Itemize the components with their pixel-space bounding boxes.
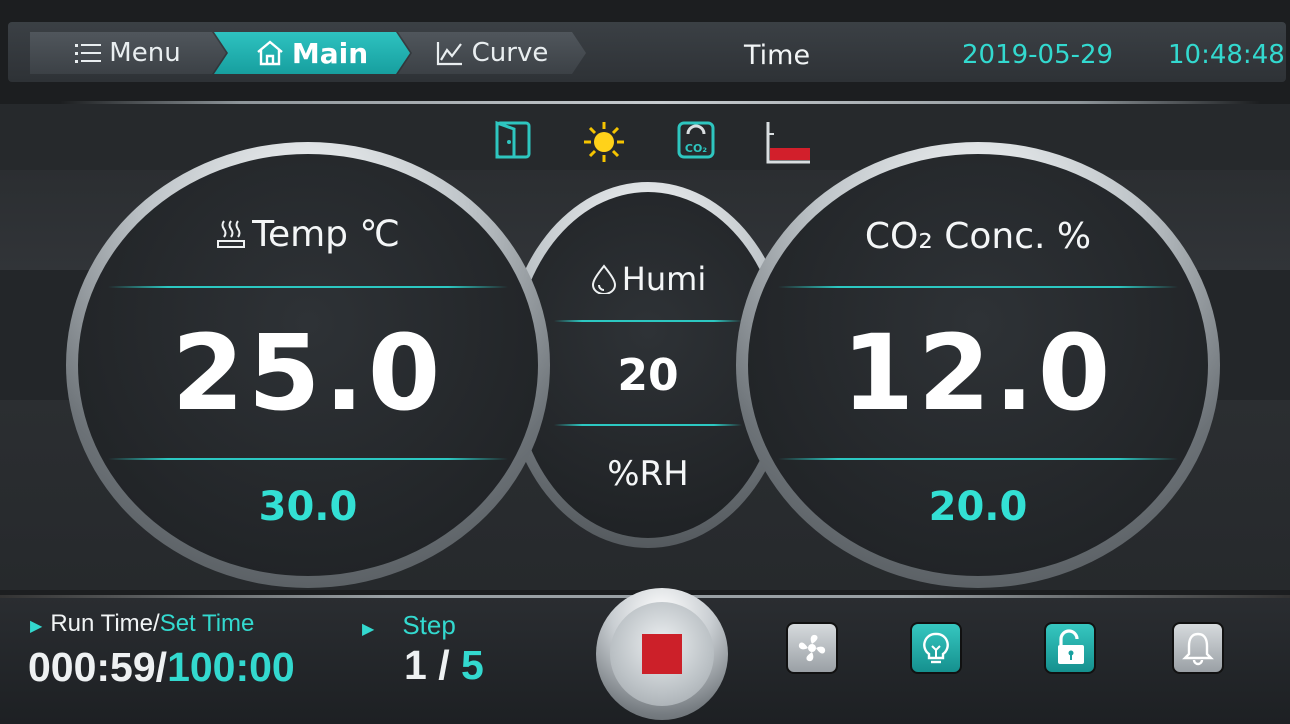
temperature-divider-top xyxy=(108,286,508,288)
heater-icon xyxy=(217,220,246,248)
lock-button[interactable] xyxy=(1044,622,1096,674)
tab-menu-label: Menu xyxy=(109,38,181,68)
light-button[interactable] xyxy=(910,622,962,674)
run-time-value: 000:59/100:00 xyxy=(28,644,295,691)
co2-divider-top xyxy=(778,286,1178,288)
chart-icon xyxy=(436,42,462,66)
alarm-button[interactable] xyxy=(1172,622,1224,674)
set-time-label-text: Set Time xyxy=(159,610,255,637)
step-value: 1 / 5 xyxy=(404,642,484,689)
temperature-setpoint[interactable]: 30.0 xyxy=(78,484,538,530)
co2-dial-face: CO₂ Conc. % 12.0 20.0 xyxy=(748,154,1208,576)
sun-light-icon xyxy=(582,120,626,168)
lightbulb-icon xyxy=(923,632,949,664)
step-label: ▶ Step xyxy=(362,610,456,641)
date-display: 2019-05-29 xyxy=(962,40,1114,70)
run-time-label: ▶ Run Time/Set Time xyxy=(30,610,254,638)
co2-value: 12.0 xyxy=(841,312,1115,434)
humidity-title-label: Humi xyxy=(621,260,707,298)
co2-refill-icon: CO₂ xyxy=(676,120,716,164)
tab-main-label: Main xyxy=(291,36,369,70)
co2-setpoint[interactable]: 20.0 xyxy=(748,484,1208,530)
set-time-value: 100:00 xyxy=(167,644,295,690)
stop-icon xyxy=(642,634,682,674)
temperature-value: 25.0 xyxy=(171,312,445,434)
co2-title: CO₂ Conc. % xyxy=(864,216,1092,257)
tab-menu[interactable]: Menu xyxy=(30,32,226,74)
top-bar: Menu Main Curve Time 2019-05-29 10:48:48 xyxy=(8,22,1286,82)
stop-button[interactable] xyxy=(596,588,728,720)
humidity-divider-bottom xyxy=(554,424,742,426)
water-level-icon xyxy=(764,120,812,168)
bell-icon xyxy=(1182,632,1214,666)
tab-main[interactable]: Main xyxy=(214,32,410,74)
fan-button[interactable] xyxy=(786,622,838,674)
step-total: 5 xyxy=(460,642,484,688)
temperature-title: Temp ℃ xyxy=(78,214,538,255)
co2-divider-bottom xyxy=(778,458,1178,460)
status-icon-row: CO₂ xyxy=(0,120,1290,164)
co2-dial: CO₂ Conc. % 12.0 20.0 xyxy=(736,142,1220,588)
temperature-divider-bottom xyxy=(108,458,508,460)
clock-display: 10:48:48 xyxy=(1168,40,1285,70)
humidity-title: Humi xyxy=(514,260,782,298)
run-time-current: 000:59/ xyxy=(28,644,168,690)
list-icon xyxy=(75,44,102,63)
temperature-dial: Temp ℃ 25.0 30.0 xyxy=(66,142,550,588)
step-current: 1 / xyxy=(404,642,461,688)
step-label-text: Step xyxy=(402,610,456,640)
svg-text:CO₂: CO₂ xyxy=(685,142,707,155)
stop-button-face xyxy=(610,602,714,706)
tab-curve-label: Curve xyxy=(471,38,549,68)
play-triangle-icon: ▶ xyxy=(30,618,43,635)
time-label: Time xyxy=(744,40,811,71)
temperature-title-label: Temp ℃ xyxy=(252,214,400,255)
home-icon xyxy=(257,40,283,66)
play-triangle-icon: ▶ xyxy=(362,621,375,638)
fan-icon xyxy=(798,634,826,662)
humidity-divider-top xyxy=(554,320,742,322)
run-time-label-text: Run Time/ xyxy=(50,610,160,637)
water-drop-icon xyxy=(591,264,616,295)
humidity-unit: %RH xyxy=(607,454,689,494)
unlock-icon xyxy=(1058,629,1084,664)
tab-curve[interactable]: Curve xyxy=(398,32,586,74)
temperature-dial-face: Temp ℃ 25.0 30.0 xyxy=(78,154,538,576)
door-icon xyxy=(494,120,532,164)
